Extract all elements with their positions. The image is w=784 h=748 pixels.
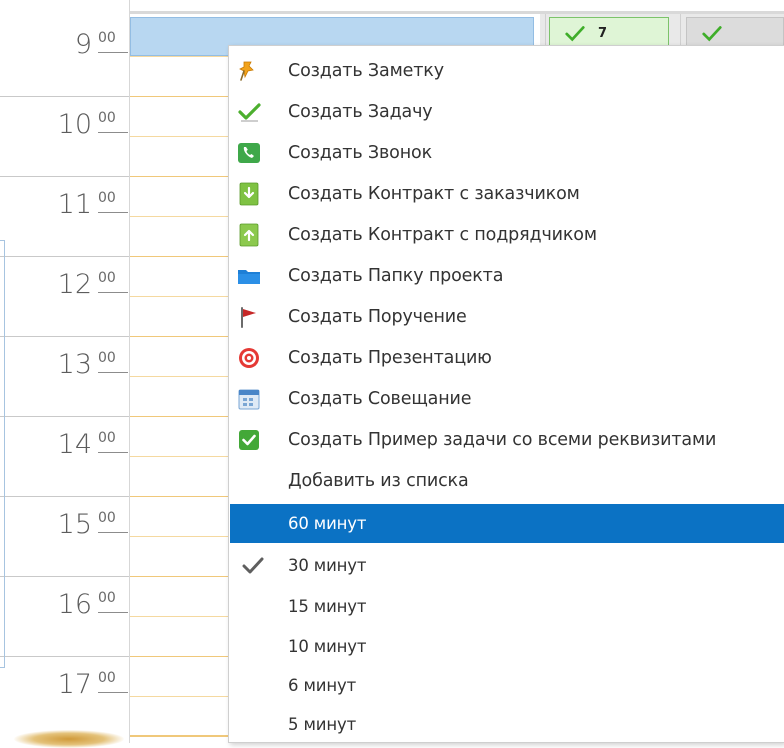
menu-item-label: Создать Контракт с подрядчиком	[288, 225, 597, 245]
hour-number: 11	[57, 189, 92, 220]
hour-label-row: 14 00	[0, 416, 130, 496]
menu-item-interval-5[interactable]: 5 минут	[229, 704, 784, 745]
menu-item-label: Добавить из списка	[288, 471, 469, 491]
menu-item-add-from-list[interactable]: Добавить из списка	[229, 460, 784, 501]
menu-item-create-customer-contract[interactable]: Создать Контракт с заказчиком	[229, 173, 784, 214]
hour-minutes: 00	[98, 670, 128, 693]
hour-number: 9	[74, 29, 92, 60]
hour-minutes: 00	[98, 430, 128, 453]
menu-item-label: Создать Совещание	[288, 389, 472, 409]
menu-item-create-sample-task[interactable]: Создать Пример задачи со всеми реквизита…	[229, 419, 784, 460]
menu-item-label: Создать Папку проекта	[288, 266, 504, 286]
menu-item-create-call[interactable]: Создать Звонок	[229, 132, 784, 173]
hour-number: 13	[57, 349, 92, 380]
menu-item-label: Создать Поручение	[288, 307, 467, 327]
menu-item-create-contractor-contract[interactable]: Создать Контракт с подрядчиком	[229, 214, 784, 255]
menu-item-create-presentation[interactable]: Создать Презентацию	[229, 337, 784, 378]
menu-item-interval-30[interactable]: 30 минут	[229, 545, 784, 586]
green-check-icon	[702, 26, 722, 42]
hour-number: 15	[57, 509, 92, 540]
hour-label-row: 13 00	[0, 336, 130, 416]
contract-up-icon	[239, 223, 259, 247]
menu-item-interval-10[interactable]: 10 минут	[229, 626, 784, 667]
hour-label-row: 15 00	[0, 496, 130, 576]
menu-item-create-assignment[interactable]: Создать Поручение	[229, 296, 784, 337]
menu-item-label: 6 минут	[288, 676, 357, 695]
hour-minutes: 00	[98, 190, 128, 213]
menu-item-label: Создать Задачу	[288, 102, 433, 122]
menu-item-label: 5 минут	[288, 715, 357, 734]
menu-item-label: Создать Пример задачи со всеми реквизита…	[288, 430, 717, 450]
hour-label-row: 17 00	[0, 656, 130, 736]
folder-icon	[238, 270, 260, 284]
flag-icon	[241, 307, 256, 328]
hour-label-row: 12 00	[0, 256, 130, 336]
menu-item-interval-15[interactable]: 15 минут	[229, 586, 784, 627]
contract-down-icon	[239, 182, 259, 206]
hour-minutes: 00	[98, 590, 128, 613]
menu-item-create-note[interactable]: Создать Заметку	[229, 50, 784, 91]
hour-line	[130, 735, 230, 737]
menu-item-label: Создать Презентацию	[288, 348, 492, 368]
menu-item-create-meeting[interactable]: Создать Совещание	[229, 378, 784, 419]
hour-number: 16	[57, 589, 92, 620]
menu-item-label: 15 минут	[288, 597, 367, 616]
time-column: 9 00 10 00 11 00 12 00 13 00 14 00 15 00…	[0, 0, 130, 743]
pushpin-icon	[239, 61, 254, 81]
menu-item-interval-60[interactable]: 60 минут	[230, 504, 784, 543]
hour-minutes: 00	[98, 350, 128, 373]
menu-item-label: 10 минут	[288, 637, 367, 656]
hour-minutes: 00	[98, 110, 128, 133]
menu-item-label: Создать Контракт с заказчиком	[288, 184, 580, 204]
target-icon	[239, 348, 259, 368]
hour-minutes: 00	[98, 270, 128, 293]
hour-minutes: 00	[98, 30, 128, 53]
menu-item-interval-6[interactable]: 6 минут	[229, 665, 784, 706]
menu-item-create-task[interactable]: Создать Задачу	[229, 91, 784, 132]
phone-icon	[238, 143, 260, 163]
bottom-scroll-shadow	[14, 730, 124, 748]
meeting-calendar-icon	[238, 389, 260, 410]
task-badge-count: 7	[598, 26, 608, 41]
selection-range-bracket	[0, 240, 5, 668]
green-check-icon	[238, 103, 261, 122]
checkbox-icon	[239, 430, 259, 450]
hour-label-row: 10 00	[0, 96, 130, 176]
checkmark-icon	[242, 557, 264, 574]
context-menu: Создать Заметку Создать Задачу Создать З…	[228, 45, 784, 743]
menu-item-label: 60 минут	[288, 514, 367, 533]
hour-label-row: 9 00	[0, 16, 130, 96]
menu-item-label: Создать Звонок	[288, 143, 432, 163]
menu-item-create-project-folder[interactable]: Создать Папку проекта	[229, 255, 784, 296]
hour-number: 10	[57, 109, 92, 140]
menu-item-label: Создать Заметку	[288, 61, 444, 81]
green-check-icon	[565, 26, 585, 42]
menu-item-label: 30 минут	[288, 556, 367, 575]
hour-number: 12	[57, 269, 92, 300]
hour-label-row: 11 00	[0, 176, 130, 256]
hour-number: 17	[57, 669, 92, 700]
hour-minutes: 00	[98, 510, 128, 533]
hour-label-row: 16 00	[0, 576, 130, 656]
hour-number: 14	[57, 429, 92, 460]
